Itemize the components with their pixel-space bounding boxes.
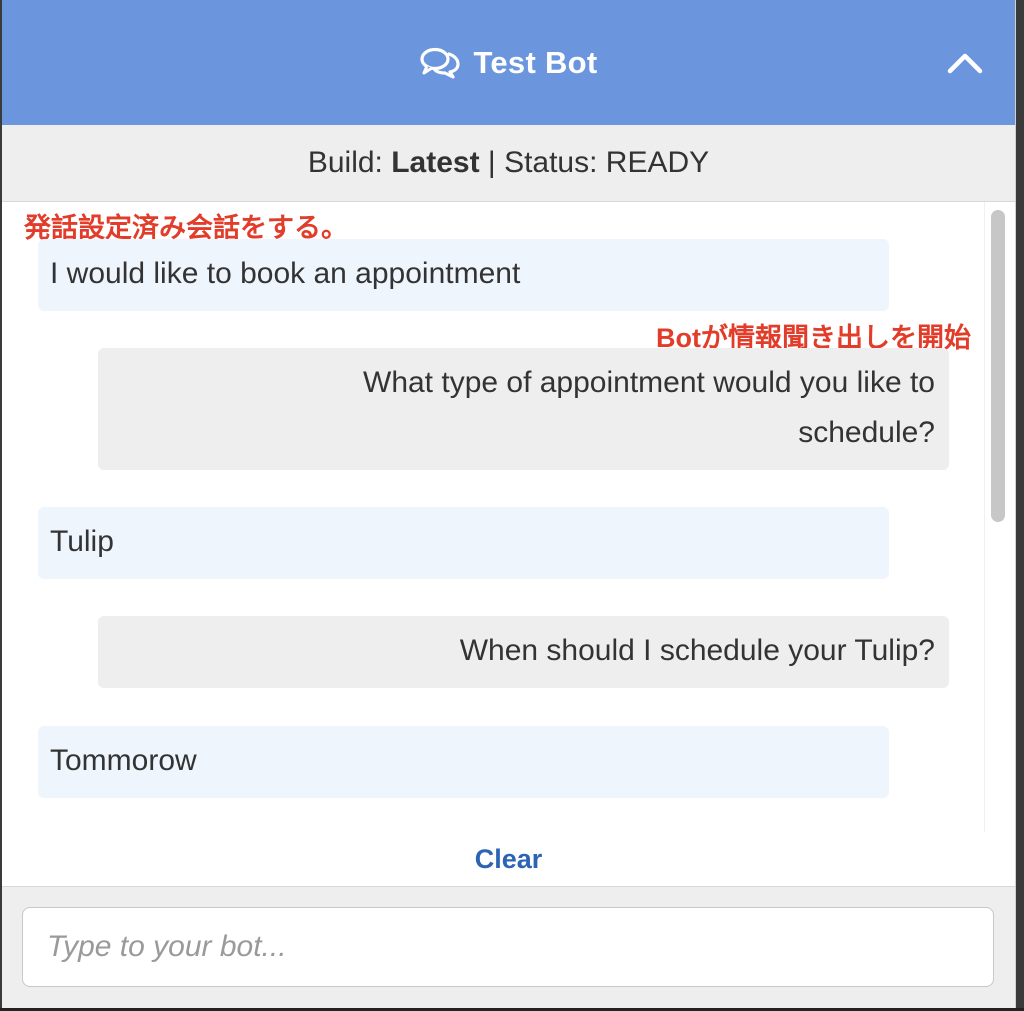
chat-input[interactable] [22, 907, 994, 987]
bot-message: When should I schedule your Tulip? [98, 616, 949, 688]
message-text-line: schedule? [798, 416, 935, 449]
status-separator: | [487, 146, 496, 179]
message-text: I would like to book an appointment [50, 257, 521, 290]
status-label: Status: [504, 146, 598, 179]
chat-scrollbar[interactable] [984, 202, 1008, 832]
clear-row: Clear [2, 832, 1015, 886]
collapse-button[interactable] [945, 46, 985, 82]
clear-button[interactable]: Clear [475, 844, 543, 875]
chevron-up-icon [947, 50, 983, 79]
build-label: Build: [307, 146, 383, 179]
build-status-bar: Build: Latest | Status: READY [2, 125, 1015, 202]
test-bot-panel: Test Bot Build: Latest | Status: READY 発… [2, 0, 1016, 1008]
chat-bubbles-icon [419, 46, 461, 80]
user-message: I would like to book an appointment [38, 239, 889, 311]
build-value: Latest [391, 146, 480, 179]
message-text: Tommorow [50, 744, 197, 777]
scrollbar-thumb[interactable] [991, 210, 1005, 522]
header-title-group: Test Bot [419, 45, 597, 81]
bot-message: What type of appointment would you like … [98, 348, 949, 470]
panel-header: Test Bot [2, 0, 1015, 125]
user-message: Tommorow [38, 726, 889, 798]
message-text: Tulip [50, 525, 114, 558]
message-text: When should I schedule your Tulip? [459, 634, 935, 667]
input-bar [2, 886, 1015, 1008]
message-text-line: What type of appointment would you like … [363, 366, 935, 399]
chat-transcript[interactable]: 発話設定済み会話をする。 I would like to book an app… [2, 202, 1015, 832]
header-title: Test Bot [473, 44, 598, 80]
user-message: Tulip [38, 507, 889, 579]
status-value: READY [605, 146, 710, 179]
